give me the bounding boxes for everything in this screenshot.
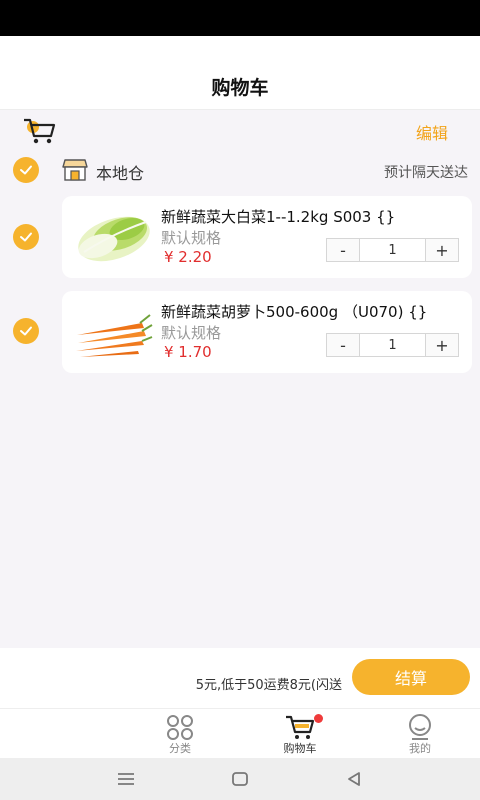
product-price: ¥ 2.20	[164, 248, 212, 266]
decrement-button[interactable]: -	[327, 334, 359, 356]
quantity-stepper: - 1 +	[326, 333, 459, 357]
tab-category[interactable]: 分类	[120, 709, 240, 759]
store-icon	[62, 159, 88, 181]
tab-label: 分类	[169, 742, 191, 755]
store-name: 本地仓	[96, 164, 145, 183]
home-icon[interactable]	[229, 769, 251, 789]
menu-icon[interactable]	[115, 769, 137, 789]
product-name: 新鲜蔬菜大白菜1--1.2kg S003 {}	[161, 208, 396, 226]
decrement-button[interactable]: -	[327, 239, 359, 261]
category-icon	[167, 715, 193, 740]
increment-button[interactable]: +	[426, 334, 458, 356]
system-navigation-bar	[0, 758, 480, 800]
profile-icon	[409, 714, 431, 740]
cart-item-card[interactable]: 新鲜蔬菜大白菜1--1.2kg S003 {} 默认规格 ¥ 2.20 - 1 …	[62, 196, 472, 278]
quantity-input[interactable]: 1	[359, 334, 426, 356]
cart-badge	[314, 714, 323, 723]
item-select-checkbox[interactable]	[13, 224, 39, 250]
header: 购物车	[0, 36, 480, 110]
tab-cart[interactable]: 购物车	[240, 709, 360, 759]
product-price: ¥ 1.70	[164, 343, 212, 361]
store-select-checkbox[interactable]	[13, 157, 39, 183]
page-title: 购物车	[211, 77, 269, 99]
item-select-checkbox[interactable]	[13, 318, 39, 344]
status-bar	[0, 0, 480, 36]
bottom-tab-bar: 分类 购物车 我的	[0, 708, 480, 758]
quantity-stepper: - 1 +	[326, 238, 459, 262]
cart-item-card[interactable]: 新鲜蔬菜胡萝卜500-600g （U070) {} 默认规格 ¥ 1.70 - …	[62, 291, 472, 373]
product-name: 新鲜蔬菜胡萝卜500-600g （U070) {}	[161, 303, 428, 321]
increment-button[interactable]: +	[426, 239, 458, 261]
store-row: 本地仓 预计隔天送达	[0, 152, 480, 188]
checkmark-icon	[20, 326, 32, 336]
product-spec: 默认规格	[161, 324, 222, 342]
cart-icon	[24, 118, 56, 144]
quantity-input[interactable]: 1	[359, 239, 426, 261]
tab-label: 我的	[409, 742, 431, 755]
delivery-estimate: 预计隔天送达	[384, 165, 468, 181]
checkout-bar: 5元,低于50运费8元(闪送 结算	[0, 648, 480, 708]
product-spec: 默认规格	[161, 229, 222, 247]
edit-button[interactable]: 编辑	[416, 120, 448, 144]
cart-toolbar: 编辑	[0, 110, 480, 152]
checkmark-icon	[20, 232, 32, 242]
back-icon[interactable]	[343, 769, 365, 789]
checkout-button[interactable]: 结算	[352, 659, 470, 695]
tab-label: 购物车	[283, 742, 317, 755]
shipping-note: 5元,低于50运费8元(闪送	[195, 678, 342, 693]
cart-icon	[286, 715, 315, 739]
napa-cabbage-image	[78, 216, 150, 262]
carrots-image	[76, 314, 153, 357]
tab-profile[interactable]: 我的	[360, 709, 480, 759]
checkmark-icon	[20, 165, 32, 175]
